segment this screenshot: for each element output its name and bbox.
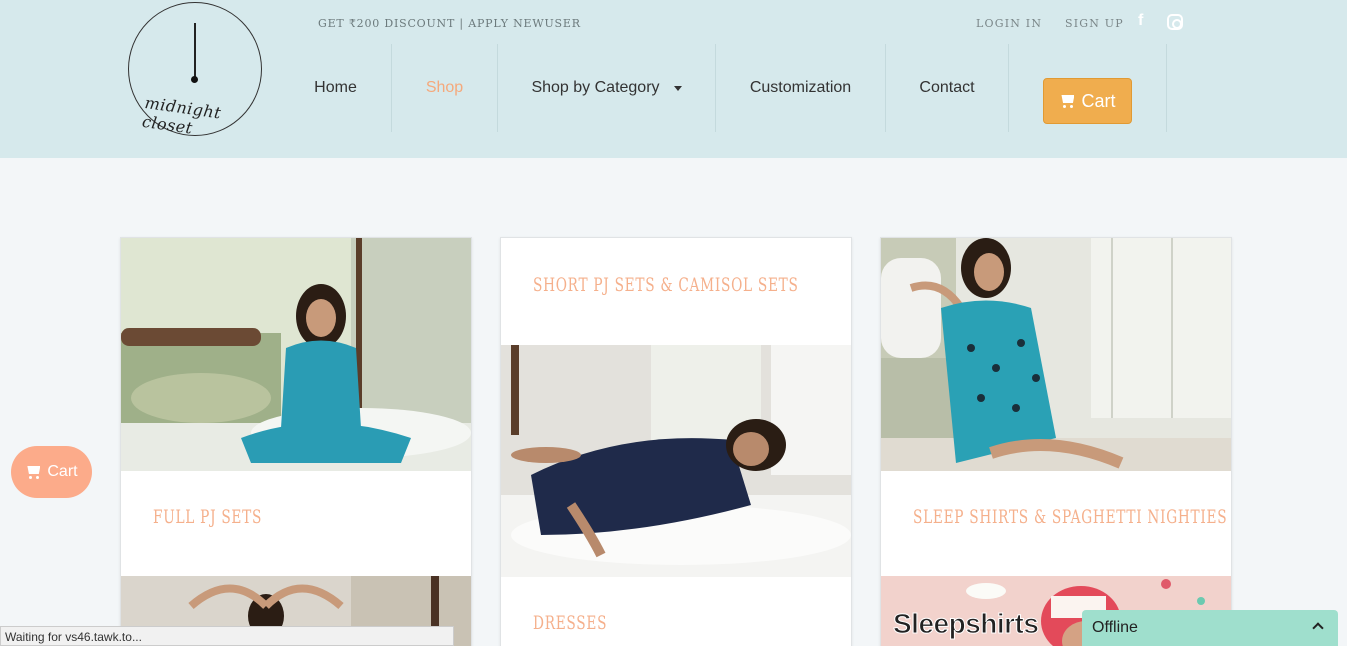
nav-shop-by-category[interactable]: Shop by Category xyxy=(498,44,716,132)
sleepshirts-banner-text: Sleepshirts xyxy=(892,608,1039,640)
cart-label: Cart xyxy=(1081,90,1116,111)
logo-text: midnight closet xyxy=(140,92,223,138)
cart-icon xyxy=(1059,94,1077,108)
login-link[interactable]: LOGIN IN xyxy=(976,17,1042,30)
nav-shop-label: Shop xyxy=(425,79,464,96)
instagram-icon[interactable] xyxy=(1167,14,1183,30)
facebook-icon[interactable]: f xyxy=(1138,12,1143,30)
promo-banner: GET ₹200 DISCOUNT | APPLY NEWUSER xyxy=(318,17,581,30)
short-pj-photo[interactable] xyxy=(501,345,851,577)
category-card-sleep-shirts[interactable]: SLEEP SHIRTS & SPAGHETTI NIGHTIES Sleeps… xyxy=(880,237,1232,646)
floating-cart-label: Cart xyxy=(47,463,78,480)
cart-icon xyxy=(25,465,43,479)
logo[interactable]: midnight closet xyxy=(128,2,262,138)
chevron-up-icon[interactable] xyxy=(1312,622,1324,634)
chat-widget[interactable]: Offline xyxy=(1082,610,1338,646)
nav-home[interactable]: Home xyxy=(280,44,392,132)
full-pj-photo[interactable] xyxy=(121,238,471,471)
chat-status-label: Offline xyxy=(1092,619,1138,636)
clock-center xyxy=(191,76,198,83)
sleep-shirts-title[interactable]: SLEEP SHIRTS & SPAGHETTI NIGHTIES xyxy=(913,506,1227,528)
browser-status-bar: Waiting for vs46.tawk.to... xyxy=(0,626,454,646)
dresses-title[interactable]: DRESSES xyxy=(533,612,607,634)
nav-contact-label: Contact xyxy=(919,79,975,96)
full-pj-title[interactable]: FULL PJ SETS xyxy=(153,506,262,528)
category-card-full-pj[interactable]: FULL PJ SETS xyxy=(120,237,472,646)
clock-hand xyxy=(194,23,196,79)
nav-category-label: Shop by Category xyxy=(531,79,660,96)
nav-customization[interactable]: Customization xyxy=(716,44,886,132)
signup-link[interactable]: SIGN UP xyxy=(1065,17,1124,30)
nav-contact[interactable]: Contact xyxy=(886,44,1009,132)
nav-shop[interactable]: Shop xyxy=(392,44,498,132)
site-header: midnight closet GET ₹200 DISCOUNT | APPL… xyxy=(0,0,1347,158)
nav-home-label: Home xyxy=(314,79,357,96)
cart-button[interactable]: Cart xyxy=(1043,78,1132,124)
caret-down-icon xyxy=(673,85,682,91)
category-card-short-pj[interactable]: SHORT PJ SETS & CAMISOL SETS DRESSES xyxy=(500,237,852,646)
sleep-shirts-photo[interactable] xyxy=(881,238,1231,471)
short-pj-title[interactable]: SHORT PJ SETS & CAMISOL SETS xyxy=(533,274,799,296)
floating-cart-button[interactable]: Cart xyxy=(11,446,92,498)
nav-customization-label: Customization xyxy=(749,79,852,96)
